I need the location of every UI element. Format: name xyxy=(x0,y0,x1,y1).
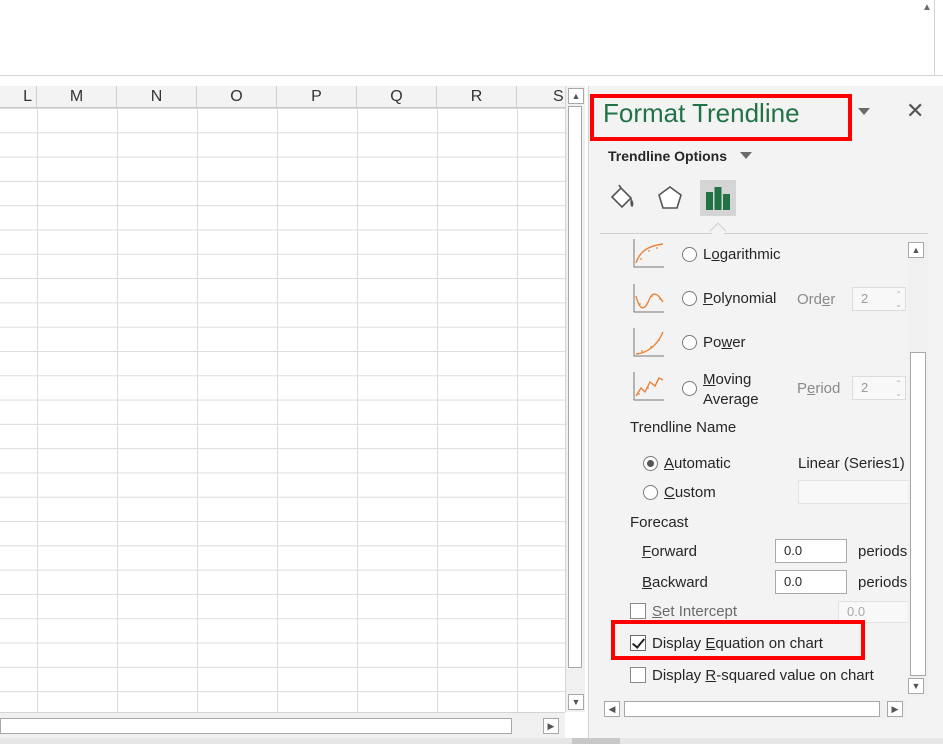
logarithmic-trend-icon xyxy=(633,239,664,268)
set-intercept-label: Set Intercept xyxy=(652,603,738,620)
scroll-up-icon[interactable]: ▲ xyxy=(919,2,935,18)
order-spinner[interactable]: 2 ⌃ ⌄ xyxy=(852,287,906,311)
polynomial-trend-icon xyxy=(633,284,664,313)
scroll-up-icon[interactable]: ▲ xyxy=(908,242,924,258)
cell-grid[interactable] xyxy=(0,108,565,712)
display-rsquared-label: Display R-squared value on chart xyxy=(652,667,874,684)
power-trend-icon xyxy=(633,328,664,357)
moving-average-trend-icon xyxy=(633,372,664,401)
scroll-right-icon[interactable]: ▶ xyxy=(543,718,559,734)
moving-average-radio[interactable] xyxy=(682,381,697,396)
column-header-q[interactable]: Q xyxy=(357,86,437,108)
scroll-down-icon[interactable]: ▼ xyxy=(908,678,924,694)
grid-vertical-scrollbar[interactable]: ▲ ▼ xyxy=(565,86,585,712)
display-rsquared-checkbox[interactable] xyxy=(630,667,646,683)
custom-label: Custom xyxy=(664,484,716,501)
scrollbar-thumb[interactable] xyxy=(0,718,512,734)
period-spinner[interactable]: 2 ⌃ ⌄ xyxy=(852,376,906,400)
custom-name-input[interactable] xyxy=(798,480,908,504)
spin-up-icon[interactable]: ⌃ xyxy=(895,380,902,388)
trendline-options-dropdown[interactable]: Trendline Options xyxy=(608,148,727,164)
trendline-options-tab[interactable] xyxy=(700,180,736,216)
scrollbar-thumb[interactable] xyxy=(910,352,926,676)
logarithmic-radio[interactable] xyxy=(682,247,697,262)
bar-chart-icon xyxy=(706,187,730,210)
order-label: Order xyxy=(797,291,836,308)
formula-bar-area xyxy=(0,0,943,76)
equation-highlight-box xyxy=(611,620,865,660)
column-header-l[interactable]: L xyxy=(0,86,37,108)
column-header-p[interactable]: P xyxy=(277,86,357,108)
scroll-down-icon[interactable]: ▼ xyxy=(568,694,584,710)
pane-vertical-scrollbar[interactable]: ▲ ▼ xyxy=(908,242,928,696)
custom-name-radio[interactable] xyxy=(643,485,658,500)
backward-unit: periods xyxy=(858,574,908,591)
polynomial-radio[interactable] xyxy=(682,291,697,306)
divider xyxy=(600,233,928,234)
pentagon-icon xyxy=(658,186,682,209)
backward-periods-input[interactable]: 0.0 xyxy=(775,570,847,594)
polynomial-label: Polynomial xyxy=(703,290,777,307)
status-strip-handle xyxy=(572,738,620,744)
set-intercept-checkbox[interactable] xyxy=(630,603,646,619)
scrollbar-thumb[interactable] xyxy=(568,106,582,668)
forward-periods-input[interactable]: 0.0 xyxy=(775,539,847,563)
status-strip xyxy=(0,738,943,744)
column-header-s[interactable]: S xyxy=(517,86,565,108)
pane-horizontal-scrollbar[interactable]: ◀ ▶ xyxy=(604,700,906,718)
scroll-left-icon[interactable]: ◀ xyxy=(604,701,620,717)
trendline-name-heading: Trendline Name xyxy=(630,419,737,436)
paint-bucket-icon xyxy=(610,184,634,209)
forecast-heading: Forecast xyxy=(630,514,689,531)
column-header-m[interactable]: M xyxy=(37,86,117,108)
scroll-up-icon[interactable]: ▲ xyxy=(568,88,584,104)
power-radio[interactable] xyxy=(682,335,697,350)
backward-label: Backward xyxy=(642,574,708,591)
column-header-o[interactable]: O xyxy=(197,86,277,108)
power-label: Power xyxy=(703,334,746,351)
title-highlight-box xyxy=(590,94,852,141)
fill-line-tab[interactable] xyxy=(604,180,640,216)
scroll-right-icon[interactable]: ▶ xyxy=(887,701,903,717)
grid-horizontal-scrollbar[interactable]: ▶ xyxy=(0,712,565,738)
automatic-label: Automatic xyxy=(664,455,731,472)
pane-menu-chevron-down-icon[interactable] xyxy=(858,108,870,115)
automatic-name-value: Linear (Series1) xyxy=(798,455,905,472)
moving-average-label: Moving Average xyxy=(703,371,759,408)
period-label: Period xyxy=(797,380,841,397)
column-header-row: L M N O P Q R S xyxy=(0,86,565,108)
forward-unit: periods xyxy=(858,543,908,560)
spin-up-icon[interactable]: ⌃ xyxy=(895,291,902,299)
logarithmic-label: Logarithmic xyxy=(703,246,781,263)
close-icon[interactable]: ✕ xyxy=(906,100,924,122)
chevron-down-icon[interactable] xyxy=(740,152,752,159)
forward-label: Forward xyxy=(642,543,698,560)
effects-tab[interactable] xyxy=(652,180,688,216)
spin-down-icon[interactable]: ⌄ xyxy=(895,301,902,309)
column-header-n[interactable]: N xyxy=(117,86,197,108)
column-header-r[interactable]: R xyxy=(437,86,517,108)
automatic-name-radio[interactable] xyxy=(643,456,658,471)
worksheet-grid[interactable]: L M N O P Q R S xyxy=(0,86,565,712)
scrollbar-thumb[interactable] xyxy=(624,701,880,717)
spin-down-icon[interactable]: ⌄ xyxy=(895,390,902,398)
